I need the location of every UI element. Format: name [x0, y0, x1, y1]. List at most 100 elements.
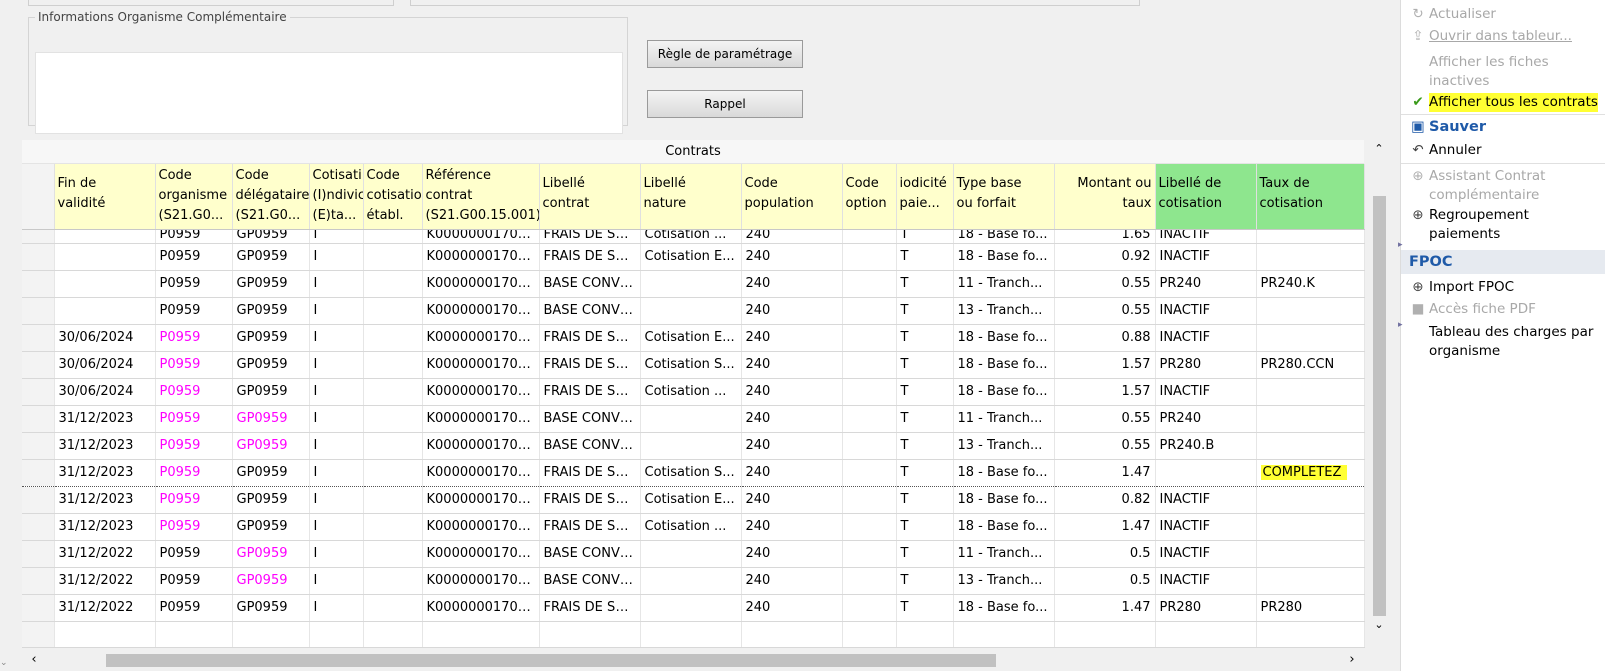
table-row[interactable]: P0959 GP0959 I K00000001700... BASE CONVE...…: [22, 270, 1365, 298]
table-cell[interactable]: Cotisation S...: [640, 351, 742, 379]
table-cell[interactable]: 0.88: [1054, 324, 1156, 352]
table-cell[interactable]: [1256, 324, 1365, 352]
table-cell[interactable]: P0959: [155, 540, 233, 568]
table-row[interactable]: P0959 GP0959 I K00000001700... BASE CONVE...…: [22, 297, 1365, 325]
annuler-button[interactable]: ↶ Annuler: [1409, 141, 1481, 160]
table-cell[interactable]: [1155, 458, 1257, 487]
row-header[interactable]: [22, 243, 55, 271]
table-cell[interactable]: I: [309, 513, 364, 541]
import-fpoc-action[interactable]: ⊕ Import FPOC: [1409, 278, 1514, 297]
table-cell[interactable]: P0959: [155, 567, 233, 595]
column-header[interactable]: Code organisme (S21.G0...: [155, 164, 233, 230]
table-cell[interactable]: BASE CONVE...: [539, 297, 641, 325]
table-cell[interactable]: T: [896, 458, 954, 487]
table-cell[interactable]: T: [896, 270, 954, 298]
table-cell[interactable]: I: [309, 540, 364, 568]
table-cell[interactable]: [363, 432, 423, 460]
row-header[interactable]: [22, 432, 55, 460]
column-header[interactable]: iodicité paie...: [896, 164, 954, 230]
table-cell[interactable]: FRAIS DE SA...: [539, 378, 641, 406]
table-cell[interactable]: [363, 513, 423, 541]
table-cell[interactable]: [54, 297, 156, 325]
table-cell[interactable]: GP0959: [232, 486, 310, 514]
table-cell[interactable]: 31/12/2023: [54, 486, 156, 514]
row-header[interactable]: [22, 486, 55, 514]
table-cell[interactable]: [363, 458, 423, 487]
table-cell[interactable]: Cotisation E...: [640, 486, 742, 514]
table-cell[interactable]: INACTIF: [1155, 513, 1257, 541]
column-header[interactable]: Code délégataire (S21.G0...: [232, 164, 310, 230]
table-cell[interactable]: 13 - Tranch...: [953, 297, 1055, 325]
table-cell[interactable]: 240: [741, 458, 843, 487]
table-cell[interactable]: [1256, 229, 1365, 244]
table-cell[interactable]: [842, 405, 897, 433]
table-cell[interactable]: P0959: [155, 297, 233, 325]
table-cell[interactable]: I: [309, 243, 364, 271]
table-cell[interactable]: GP0959: [232, 229, 310, 244]
table-cell[interactable]: FRAIS DE SA...: [539, 324, 641, 352]
column-header[interactable]: Libellé contrat: [539, 164, 641, 230]
row-header[interactable]: [22, 540, 55, 568]
table-cell[interactable]: 240: [741, 594, 843, 622]
table-cell[interactable]: I: [309, 324, 364, 352]
table-cell[interactable]: I: [309, 486, 364, 514]
table-cell[interactable]: [842, 513, 897, 541]
table-cell[interactable]: [842, 594, 897, 622]
table-cell[interactable]: 240: [741, 270, 843, 298]
table-cell[interactable]: PR280.CCN: [1256, 351, 1365, 379]
table-cell[interactable]: PR240: [1155, 405, 1257, 433]
table-cell[interactable]: [842, 567, 897, 595]
table-row[interactable]: P0959 GP0959 I K00000001700... FRAIS DE SA..…: [22, 243, 1365, 271]
table-cell[interactable]: 11 - Tranch...: [953, 540, 1055, 568]
table-cell[interactable]: [363, 229, 423, 244]
table-cell[interactable]: [842, 458, 897, 487]
table-cell[interactable]: [842, 540, 897, 568]
table-cell[interactable]: [54, 243, 156, 271]
table-cell[interactable]: 18 - Base fo...: [953, 351, 1055, 379]
table-cell[interactable]: I: [309, 458, 364, 487]
table-cell[interactable]: P0959: [155, 378, 233, 406]
table-cell[interactable]: P0959: [155, 351, 233, 379]
table-cell[interactable]: PR240: [1155, 270, 1257, 298]
table-cell[interactable]: 13 - Tranch...: [953, 432, 1055, 460]
table-row[interactable]: 30/06/2024 P0959 GP0959 I K00000001700... FRA…: [22, 351, 1365, 379]
table-cell[interactable]: 13 - Tranch...: [953, 567, 1055, 595]
table-cell[interactable]: 31/12/2022: [54, 540, 156, 568]
row-header[interactable]: [22, 405, 55, 433]
table-cell[interactable]: FRAIS DE SA...: [539, 594, 641, 622]
table-cell[interactable]: T: [896, 324, 954, 352]
table-cell[interactable]: K00000001700...: [422, 324, 540, 352]
table-cell[interactable]: P0959: [155, 594, 233, 622]
table-cell[interactable]: [842, 243, 897, 271]
table-cell[interactable]: 30/06/2024: [54, 351, 156, 379]
table-cell[interactable]: 1.47: [1054, 594, 1156, 622]
column-header[interactable]: Code option: [842, 164, 897, 230]
table-cell[interactable]: 0.55: [1054, 405, 1156, 433]
vertical-scroll-thumb[interactable]: [1373, 196, 1386, 616]
table-cell[interactable]: [640, 567, 742, 595]
column-header[interactable]: Montant ou taux: [1054, 164, 1156, 230]
table-cell[interactable]: BASE CONVE...: [539, 567, 641, 595]
table-cell[interactable]: INACTIF: [1155, 567, 1257, 595]
afficher-contrats-action[interactable]: ✔ Afficher tous les contrats: [1409, 93, 1598, 112]
table-cell[interactable]: FRAIS DE SA...: [539, 486, 641, 514]
horizontal-scroll-thumb[interactable]: [106, 654, 996, 667]
table-cell[interactable]: [640, 594, 742, 622]
table-cell[interactable]: 240: [741, 486, 843, 514]
table-cell[interactable]: T: [896, 486, 954, 514]
table-cell[interactable]: [363, 351, 423, 379]
table-cell[interactable]: [842, 378, 897, 406]
actualiser-action[interactable]: ↻ Actualiser: [1409, 5, 1496, 24]
table-cell[interactable]: [363, 567, 423, 595]
table-cell[interactable]: [842, 432, 897, 460]
afficher-inactives-action[interactable]: Afficher les fiches inactives: [1429, 53, 1599, 91]
sauver-button[interactable]: ▣ Sauver: [1409, 118, 1486, 137]
table-cell[interactable]: INACTIF: [1155, 229, 1257, 244]
table-cell[interactable]: BASE CONVE...: [539, 540, 641, 568]
table-cell[interactable]: [640, 270, 742, 298]
tableau-charges-action[interactable]: Tableau des charges par organisme: [1429, 323, 1604, 361]
table-cell[interactable]: [842, 324, 897, 352]
table-cell[interactable]: 0.55: [1054, 270, 1156, 298]
table-cell[interactable]: T: [896, 567, 954, 595]
table-cell[interactable]: 240: [741, 432, 843, 460]
